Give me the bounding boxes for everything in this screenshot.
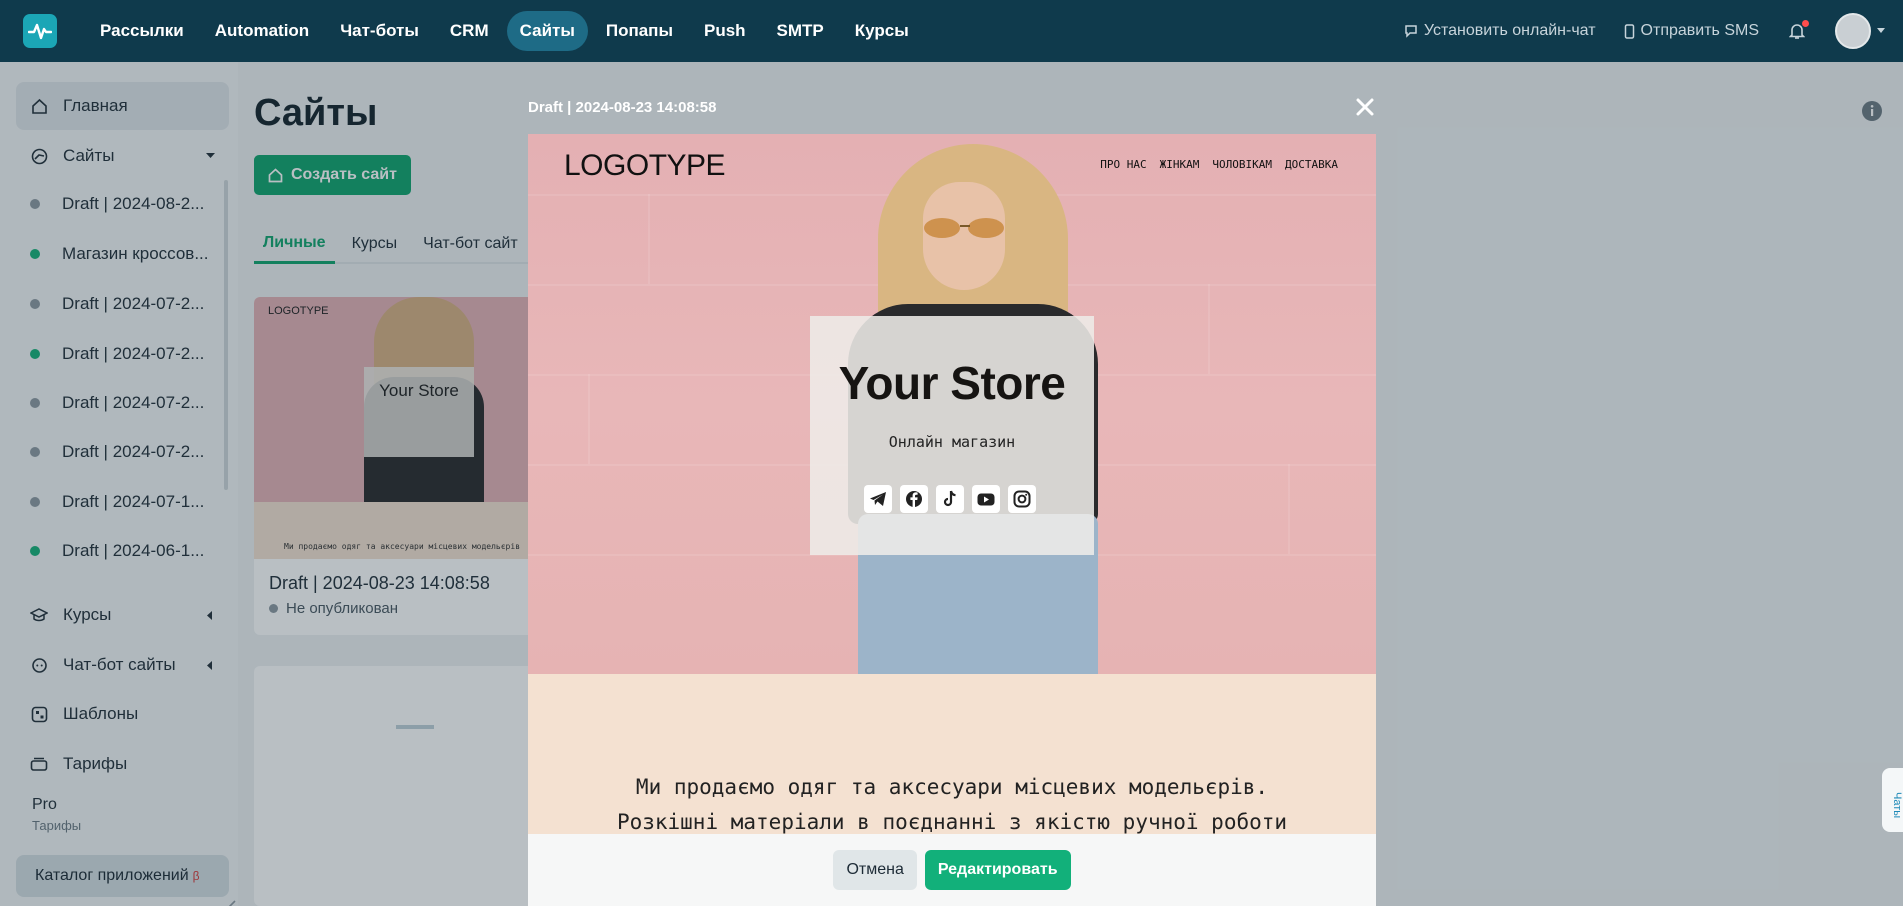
preview-store-title: Your Store <box>838 357 1066 409</box>
nav-chatbots[interactable]: Чат-боты <box>327 11 432 51</box>
youtube-icon[interactable] <box>972 485 1000 513</box>
install-online-chat-label: Установить онлайн-чат <box>1423 22 1596 39</box>
install-online-chat-link[interactable]: Установить онлайн-чат <box>1404 22 1596 40</box>
site-preview-modal: LOGOTYPE ПРО НАС ЖІНКАМ ЧОЛОВІКАМ ДОСТАВ… <box>528 134 1376 906</box>
nav-push[interactable]: Push <box>691 11 759 51</box>
send-sms-link[interactable]: Отправить SMS <box>1624 22 1759 40</box>
preview-store-subtitle: Онлайн магазин <box>888 433 1016 451</box>
avatar[interactable] <box>1835 13 1871 49</box>
cancel-button[interactable]: Отмена <box>833 850 917 890</box>
chats-side-tab[interactable]: Чаты <box>1882 768 1903 832</box>
nav-automation[interactable]: Automation <box>202 11 322 51</box>
instagram-icon[interactable] <box>1008 485 1036 513</box>
nav-crm[interactable]: CRM <box>437 11 502 51</box>
preview-about-line: Ми продаємо одяг та аксесуари місцевих м… <box>635 775 1269 799</box>
notifications-bell-icon[interactable] <box>1789 19 1809 40</box>
nav-mailings[interactable]: Рассылки <box>87 11 197 51</box>
preview-logo: LOGOTYPE <box>564 149 726 182</box>
preview-hero: LOGOTYPE ПРО НАС ЖІНКАМ ЧОЛОВІКАМ ДОСТАВ… <box>528 134 1376 674</box>
preview-nav: ПРО НАС ЖІНКАМ ЧОЛОВІКАМ ДОСТАВКА <box>1087 158 1338 171</box>
preview-nav-item[interactable]: ЧОЛОВІКАМ <box>1212 158 1272 171</box>
main-nav: Рассылки Automation Чат-боты CRM Сайты П… <box>87 11 927 51</box>
pulse-logo-icon[interactable] <box>23 14 57 48</box>
notification-dot <box>1802 19 1809 27</box>
preview-store-box: Your Store Онлайн магазин <box>810 316 1094 555</box>
nav-sites[interactable]: Сайты <box>506 11 588 51</box>
nav-courses[interactable]: Курсы <box>842 11 922 51</box>
sunglasses-shape <box>924 218 1004 238</box>
preview-socials <box>864 485 1044 513</box>
top-right-actions: Установить онлайн-чат Отправить SMS <box>1376 0 1885 62</box>
nav-popups[interactable]: Попапы <box>593 11 686 51</box>
tiktok-icon[interactable] <box>936 485 964 513</box>
telegram-icon[interactable] <box>864 485 892 513</box>
preview-about-text: Ми продаємо одяг та аксесуари місцевих м… <box>528 770 1376 840</box>
modal-footer: Отмена Редактировать <box>528 834 1376 906</box>
close-icon[interactable] <box>1355 97 1375 117</box>
top-navigation-bar: Рассылки Automation Чат-боты CRM Сайты П… <box>0 0 1903 62</box>
chat-icon <box>1405 25 1417 38</box>
send-sms-label: Отправить SMS <box>1640 22 1759 39</box>
facebook-icon[interactable] <box>900 485 928 513</box>
nav-smtp[interactable]: SMTP <box>764 11 837 51</box>
modal-title: Draft | 2024-08-23 14:08:58 <box>528 99 717 116</box>
preview-nav-item[interactable]: ЖІНКАМ <box>1160 158 1200 171</box>
chevron-down-icon[interactable] <box>1877 28 1885 34</box>
preview-nav-item[interactable]: ДОСТАВКА <box>1285 158 1338 171</box>
preview-nav-item[interactable]: ПРО НАС <box>1100 158 1146 171</box>
phone-icon <box>1624 23 1634 39</box>
edit-button[interactable]: Редактировать <box>924 850 1071 890</box>
